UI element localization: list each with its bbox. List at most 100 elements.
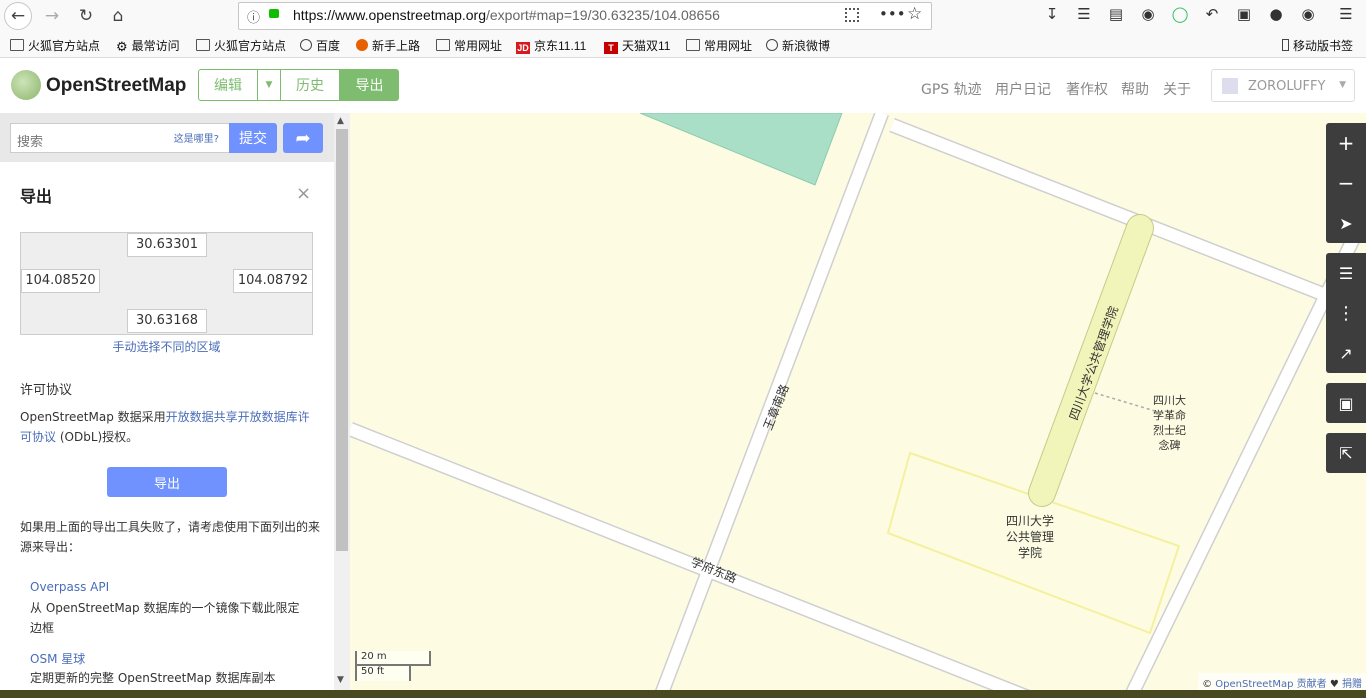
search-submit-button[interactable]: 提交 [229, 123, 277, 153]
bookmark-item[interactable]: 新手上路 [356, 37, 420, 54]
bookmark-label: 火狐官方站点 [214, 39, 287, 53]
where-is-this-link[interactable]: 这是哪里? [174, 130, 219, 145]
bbox-max-lat-input[interactable]: 30.63301 [127, 233, 207, 257]
chat-icon[interactable]: ● [1266, 5, 1286, 23]
site-name[interactable]: OpenStreetMap [46, 75, 186, 97]
bookmark-item[interactable]: 火狐官方站点 [196, 37, 286, 54]
sidebar: 搜索 这是哪里? 提交 ➦ 导出 × 30.63301 104.08520 10… [0, 113, 334, 698]
mobile-bookmarks[interactable]: 移动版书签 [1282, 37, 1353, 54]
source-description: 从 OpenStreetMap 数据库的一个镜像下载此限定边框 [30, 601, 300, 635]
bookmark-label: 京东11.11 [534, 39, 587, 53]
layers-icon[interactable]: ☰ [1326, 253, 1366, 293]
undo-icon[interactable]: ↶ [1202, 5, 1222, 23]
crop-icon[interactable]: ▣ [1234, 5, 1254, 23]
label-line: 四川大 [1153, 394, 1186, 407]
search-input[interactable]: 搜索 这是哪里? [10, 123, 229, 153]
bbox-min-lat-input[interactable]: 30.63168 [127, 309, 207, 333]
qr-code-icon[interactable] [845, 8, 859, 22]
directions-icon[interactable]: ➦ [283, 123, 323, 153]
bbox-min-lon-input[interactable]: 104.08520 [21, 269, 100, 293]
bookmark-item[interactable]: 百度 [300, 37, 340, 54]
bookmark-item[interactable]: 常用网址 [686, 37, 752, 54]
bookmark-label: 火狐官方站点 [28, 39, 101, 53]
sidebar-icon[interactable]: ▤ [1106, 5, 1126, 23]
bookmark-item[interactable]: ⚙ 最常访问 [116, 37, 180, 54]
edit-button[interactable]: 编辑 [198, 69, 258, 101]
share-icon[interactable]: ↗ [1326, 333, 1366, 373]
contributors-link[interactable]: OpenStreetMap 贡献者 [1215, 679, 1326, 690]
extension-icon[interactable]: ◯ [1170, 5, 1190, 23]
scroll-down-icon[interactable]: ▼ [337, 675, 344, 685]
reload-icon[interactable]: ↻ [72, 3, 100, 29]
mask-icon[interactable]: ◉ [1298, 5, 1318, 23]
query-features-icon[interactable]: ⇱ [1326, 433, 1366, 473]
bookmark-item[interactable]: 常用网址 [436, 37, 502, 54]
nav-user-diaries[interactable]: 用户日记 [995, 79, 1051, 99]
panel-title: 导出 [20, 187, 53, 206]
globe-icon[interactable]: ◉ [1138, 5, 1158, 23]
locate-icon[interactable]: ➤ [1326, 203, 1366, 243]
bookmark-star-icon[interactable]: ☆ [907, 4, 922, 24]
building-label: 四川大学 公共管理 学院 [1006, 513, 1054, 561]
forward-icon[interactable]: → [38, 3, 66, 29]
nav-help[interactable]: 帮助 [1121, 79, 1149, 99]
library-icon[interactable]: ☰ [1074, 5, 1094, 23]
search-placeholder: 搜索 [17, 135, 44, 150]
road-fills [350, 113, 1366, 698]
license-text: OpenStreetMap 数据采用开放数据共享开放数据库许可协议 (ODbL)… [20, 407, 320, 447]
site-header: OpenStreetMap 编辑 ▼ 历史 导出 GPS 轨迹 用户日记 著作权… [0, 58, 1366, 113]
back-icon[interactable]: ← [4, 2, 32, 30]
menu-icon[interactable]: ☰ [1336, 5, 1356, 23]
jd-icon: JD [516, 42, 530, 54]
url-bar[interactable]: ⓘ https://www.openstreetmap.org/export#m… [238, 2, 932, 30]
zoom-out-icon[interactable]: − [1326, 163, 1366, 203]
edit-dropdown-caret-icon[interactable]: ▼ [258, 69, 281, 101]
folder-icon [686, 39, 700, 51]
export-button[interactable]: 导出 [107, 467, 227, 497]
bbox-max-lon-input[interactable]: 104.08792 [233, 269, 313, 293]
download-icon[interactable]: ↧ [1042, 5, 1062, 23]
label-line: 公共管理 [1006, 530, 1055, 544]
bookmark-label: 常用网址 [454, 39, 503, 53]
bookmark-label: 移动版书签 [1293, 39, 1354, 53]
scale-bar: 20 m 50 ft [355, 651, 431, 681]
scale-metric: 20 m [355, 651, 431, 666]
scroll-up-icon[interactable]: ▲ [337, 116, 344, 126]
bookmark-item[interactable]: 火狐官方站点 [10, 37, 100, 54]
bookmark-item[interactable]: T 天猫双11 [604, 37, 670, 54]
more-actions-icon[interactable]: ••• [879, 5, 906, 23]
close-icon[interactable]: × [296, 183, 311, 204]
manual-select-link[interactable]: 手动选择不同的区域 [20, 338, 313, 355]
nav-about[interactable]: 关于 [1163, 79, 1191, 99]
history-tab[interactable]: 历史 [281, 69, 340, 101]
donate-link[interactable]: 捐赠 [1342, 679, 1362, 690]
bookmark-item[interactable]: JD 京东11.11 [516, 37, 586, 54]
map-canvas: 王章南路 学府东路 四川大学公共管理学院 [350, 113, 1366, 698]
user-menu-button[interactable]: ZOROLUFFY ▼ [1211, 69, 1355, 102]
nav-gps-traces[interactable]: GPS 轨迹 [921, 79, 982, 99]
info-icon[interactable]: ⋮ [1326, 293, 1366, 333]
scroll-thumb[interactable] [336, 129, 348, 551]
bookmarks-bar: 火狐官方站点 ⚙ 最常访问 火狐官方站点 百度 新手上路 常用网址 JD 京东11.… [0, 32, 1366, 58]
overpass-api-link[interactable]: Overpass API [30, 580, 109, 594]
avatar [1222, 78, 1238, 94]
planet-osm-link[interactable]: OSM 星球 [30, 650, 85, 667]
home-icon[interactable]: ⌂ [104, 3, 132, 29]
add-note-icon[interactable]: ▣ [1326, 383, 1366, 423]
license-prefix: OpenStreetMap 数据采用 [20, 410, 166, 424]
export-tab[interactable]: 导出 [340, 69, 399, 101]
nav-copyright[interactable]: 著作权 [1066, 79, 1108, 99]
url-text: https://www.openstreetmap.org/export#map… [293, 7, 720, 23]
osm-logo[interactable] [11, 70, 41, 100]
path [1094, 392, 1156, 412]
info-icon[interactable]: ⓘ [247, 7, 260, 26]
browser-toolbar: ← → ↻ ⌂ ⓘ https://www.openstreetmap.org/… [0, 0, 1366, 32]
sidebar-scrollbar[interactable]: ▲ ▼ [334, 113, 350, 698]
bookmark-label: 新浪微博 [782, 39, 831, 53]
map[interactable]: 王章南路 学府东路 四川大学公共管理学院 四川大 学革命 烈士纪 念碑 四川大学… [350, 113, 1366, 698]
bookmark-label: 天猫双11 [622, 39, 671, 53]
phone-icon [1282, 39, 1289, 51]
zoom-in-icon[interactable]: + [1326, 123, 1366, 163]
label-line: 四川大学 [1006, 514, 1055, 528]
bookmark-item[interactable]: 新浪微博 [766, 37, 830, 54]
